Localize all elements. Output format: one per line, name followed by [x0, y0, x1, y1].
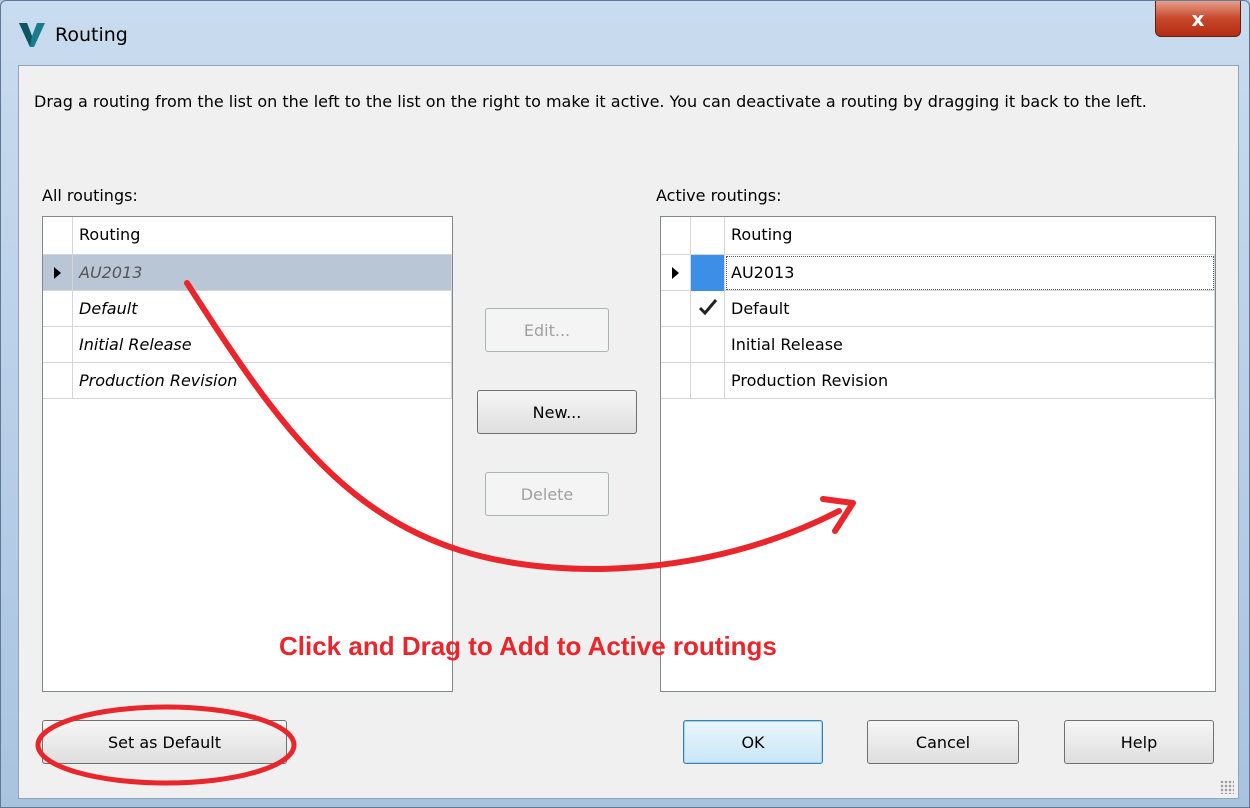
- routing-name-cell: Initial Release: [725, 327, 1215, 363]
- dialog-client-area: Drag a routing from the list on the left…: [18, 65, 1239, 799]
- table-row[interactable]: Production Revision: [661, 363, 1215, 399]
- row-indicator: [661, 291, 691, 327]
- row-indicator: [43, 363, 73, 399]
- active-routings-grid[interactable]: Routing AU2013 Default Initial Release P…: [660, 216, 1216, 692]
- table-row[interactable]: Default: [43, 291, 452, 327]
- row-header-cell: [43, 217, 73, 255]
- vault-logo-icon: [19, 23, 45, 47]
- table-row[interactable]: Default: [661, 291, 1215, 327]
- routing-dialog: Routing x Drag a routing from the list o…: [0, 0, 1250, 808]
- window-title: Routing: [55, 24, 128, 46]
- row-indicator: [43, 327, 73, 363]
- default-marker-cell[interactable]: [691, 363, 725, 399]
- row-indicator: [661, 363, 691, 399]
- close-icon: x: [1191, 6, 1205, 31]
- active-routings-label: Active routings:: [656, 186, 782, 205]
- default-column-header: [691, 217, 725, 255]
- set-as-default-button[interactable]: Set as Default: [42, 720, 287, 764]
- edit-button[interactable]: Edit...: [485, 308, 609, 352]
- help-button[interactable]: Help: [1064, 720, 1214, 764]
- routing-name-cell: AU2013: [725, 255, 1215, 291]
- routing-name-cell: Production Revision: [73, 363, 452, 399]
- routing-name-cell: Default: [725, 291, 1215, 327]
- all-routings-header: Routing: [43, 217, 452, 255]
- row-indicator: [661, 255, 691, 291]
- routing-name-cell: AU2013: [73, 255, 452, 291]
- ok-button[interactable]: OK: [683, 720, 823, 764]
- all-routings-grid[interactable]: Routing AU2013 Default Initial Release P…: [42, 216, 453, 692]
- row-pointer-icon: [54, 267, 61, 279]
- check-icon: [698, 299, 718, 316]
- table-row[interactable]: Production Revision: [43, 363, 452, 399]
- instructions-text: Drag a routing from the list on the left…: [34, 92, 1147, 111]
- cancel-button[interactable]: Cancel: [867, 720, 1019, 764]
- active-marker-cell[interactable]: [691, 255, 725, 291]
- resize-grip[interactable]: [1220, 780, 1234, 794]
- routing-name-cell: Default: [73, 291, 452, 327]
- table-row[interactable]: Initial Release: [43, 327, 452, 363]
- routing-name-cell: Initial Release: [73, 327, 452, 363]
- row-pointer-icon: [672, 267, 679, 279]
- default-marker-cell[interactable]: [691, 327, 725, 363]
- active-routings-header: Routing: [661, 217, 1215, 255]
- row-indicator: [43, 255, 73, 291]
- row-indicator: [661, 327, 691, 363]
- delete-button[interactable]: Delete: [485, 472, 609, 516]
- routing-name-cell: Production Revision: [725, 363, 1215, 399]
- all-routings-label: All routings:: [42, 186, 138, 205]
- routing-column-header[interactable]: Routing: [73, 217, 452, 255]
- table-row[interactable]: Initial Release: [661, 327, 1215, 363]
- row-header-cell: [661, 217, 691, 255]
- default-marker-cell[interactable]: [691, 291, 725, 327]
- row-indicator: [43, 291, 73, 327]
- routing-column-header[interactable]: Routing: [725, 217, 1215, 255]
- table-row[interactable]: AU2013: [661, 255, 1215, 291]
- title-bar[interactable]: Routing x: [1, 1, 1249, 65]
- close-button[interactable]: x: [1155, 1, 1241, 37]
- new-button[interactable]: New...: [477, 390, 637, 434]
- table-row[interactable]: AU2013: [43, 255, 452, 291]
